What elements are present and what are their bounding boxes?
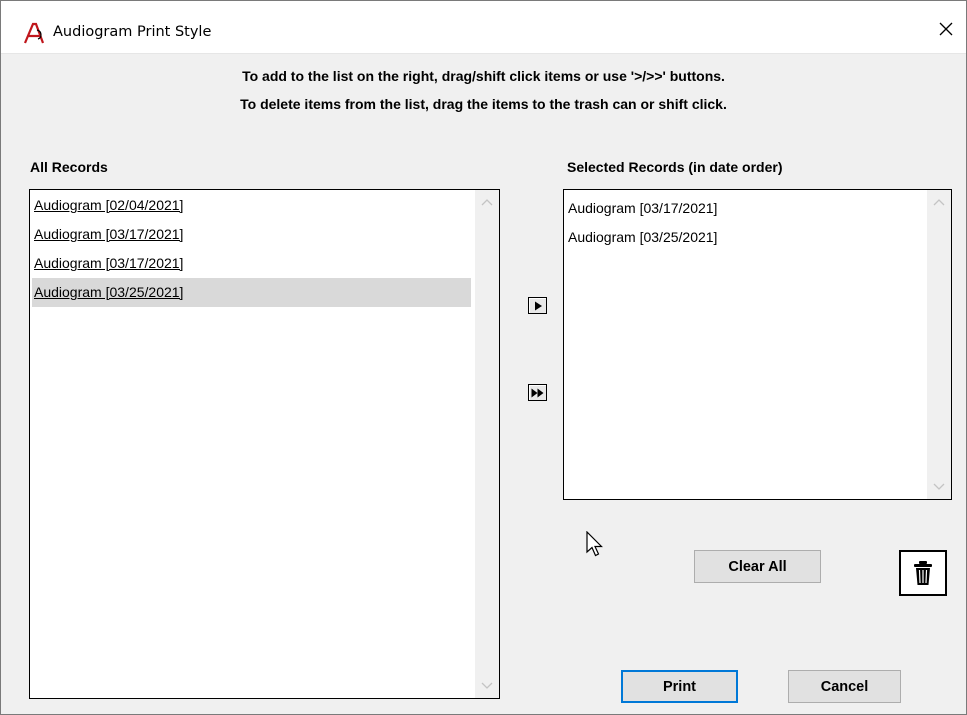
selected-records-scrollbar[interactable] (927, 190, 951, 499)
fast-forward-icon (531, 388, 544, 397)
close-icon (939, 22, 953, 36)
chevron-up-icon (481, 199, 493, 206)
chevron-down-icon (933, 483, 945, 490)
all-records-list[interactable]: Audiogram [02/04/2021] Audiogram [03/17/2… (29, 189, 500, 699)
all-records-label: All Records (30, 159, 108, 175)
mouse-pointer-icon (586, 531, 603, 557)
add-selected-button[interactable] (528, 297, 547, 314)
window-title: Audiogram Print Style (53, 24, 212, 40)
chevron-up-icon (933, 199, 945, 206)
title-bar: Audiogram Print Style (1, 1, 966, 54)
all-records-list-item[interactable]: Audiogram [02/04/2021] (30, 191, 475, 220)
trash-button[interactable] (899, 550, 947, 596)
all-records-list-item[interactable]: Audiogram [03/25/2021] (32, 278, 471, 307)
selected-records-list-item[interactable]: Audiogram [03/17/2021] (564, 194, 927, 223)
all-records-list-item[interactable]: Audiogram [03/17/2021] (30, 249, 475, 278)
audiogram-print-style-dialog: Audiogram Print Style To add to the list… (0, 0, 967, 715)
all-records-list-item[interactable]: Audiogram [03/17/2021] (30, 220, 475, 249)
scroll-down-arrow[interactable] (475, 676, 499, 696)
trash-can-icon (914, 561, 932, 585)
selected-records-list-item[interactable]: Audiogram [03/25/2021] (564, 223, 927, 252)
scroll-down-arrow[interactable] (927, 477, 951, 497)
play-icon (534, 301, 542, 310)
close-button[interactable] (926, 9, 966, 49)
selected-records-list[interactable]: Audiogram [03/17/2021] Audiogram [03/25/2… (563, 189, 952, 500)
print-button[interactable]: Print (621, 670, 738, 703)
instruction-delete: To delete items from the list, drag the … (240, 96, 727, 112)
add-all-button[interactable] (528, 384, 547, 401)
cancel-button[interactable]: Cancel (788, 670, 901, 703)
selected-records-label: Selected Records (in date order) (567, 159, 783, 175)
all-records-scrollbar[interactable] (475, 190, 499, 698)
chevron-down-icon (481, 682, 493, 689)
scroll-up-arrow[interactable] (927, 192, 951, 212)
instruction-add: To add to the list on the right, drag/sh… (242, 68, 725, 84)
scroll-up-arrow[interactable] (475, 192, 499, 212)
app-logo-icon (23, 22, 45, 44)
clear-all-button[interactable]: Clear All (694, 550, 821, 583)
